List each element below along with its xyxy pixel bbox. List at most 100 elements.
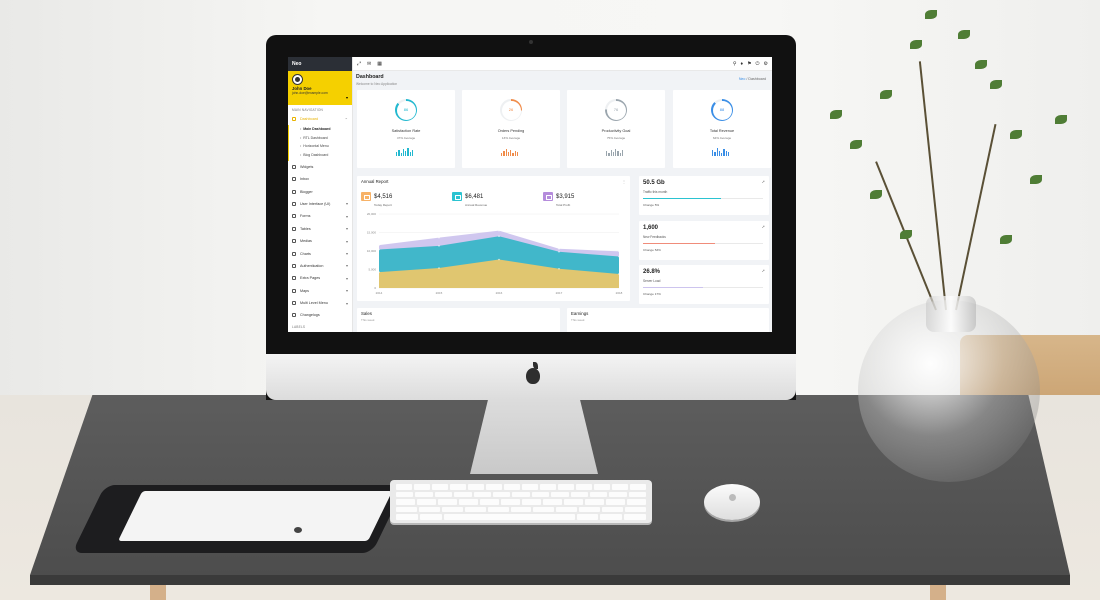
sidebar-subitem-rtl-dashboard[interactable]: RTL Dashboard: [288, 134, 352, 143]
chevron-down-icon[interactable]: ▾: [346, 95, 348, 100]
data-point: [618, 273, 620, 275]
inbox-icon: [292, 177, 296, 182]
stat-title: Total Revenue: [709, 129, 735, 133]
trend-icon[interactable]: ➚: [762, 268, 765, 273]
trend-icon[interactable]: ➚: [762, 224, 765, 229]
sidebar-item-tables[interactable]: Tables ▾: [288, 223, 352, 235]
sidebar-item-maps[interactable]: Maps ▾: [288, 284, 352, 296]
metric-card: 50.5 Gb ➚ Traffic this month Change 5%: [639, 176, 769, 215]
stat-card: 86 Satisfaction Rate 47% Average: [357, 90, 455, 168]
chevron-down-icon: ▾: [345, 201, 348, 207]
data-point: [558, 267, 560, 270]
data-point: [558, 247, 560, 250]
sidebar-item-label: Charts: [300, 251, 311, 256]
power-icon[interactable]: ⏻: [756, 61, 760, 67]
stat-card: 76 Productivity Goal 75% Average: [567, 90, 665, 168]
progress-bar: [643, 198, 763, 199]
avatar[interactable]: [292, 74, 303, 85]
sidebar-item-inbox[interactable]: Inbox: [288, 173, 352, 185]
annual-area-chart: 20,000 15,000 10,000 5,000 02014 2015 2016 2017…: [367, 212, 623, 295]
x-tick-label: 2014: [376, 291, 383, 295]
annual-report-card: Annual Report ⋮ $4,516 Today Report $6,4…: [357, 176, 630, 301]
chevron-down-icon: ▾: [345, 251, 348, 256]
card-subtitle: This week: [571, 318, 585, 322]
sidebar-subitem-horizontal-menu[interactable]: Horizontal Menu: [288, 142, 352, 152]
data-point: [498, 235, 500, 237]
sidebar-item-widgets[interactable]: Widgets: [288, 161, 352, 173]
breadcrumb-home-link[interactable]: Neo: [739, 77, 746, 81]
sidebar-item-user-interface[interactable]: User Interface (UI) ▾: [288, 198, 352, 210]
changelog-icon: [292, 313, 296, 318]
grid-icon[interactable]: ▦: [377, 61, 382, 67]
stat-title: Productivity Goal: [601, 129, 631, 133]
gear-icon[interactable]: ⚙: [764, 61, 768, 67]
sidebar-item-label: Blogger: [300, 189, 313, 194]
metric-label: Traffic this month: [643, 190, 668, 194]
data-point: [378, 244, 380, 246]
lock-icon: [292, 263, 296, 268]
progress-bar: [643, 287, 763, 288]
ring-value: 26: [508, 107, 514, 112]
earnings-card: Earnings This week: [567, 308, 769, 332]
metric-label: Server Load: [643, 279, 661, 283]
stat-title: Satisfaction Rate: [391, 129, 421, 133]
expand-icon[interactable]: ⤢: [357, 61, 361, 67]
chevron-down-icon: ▾: [345, 275, 348, 281]
mouse-logo-icon: [729, 494, 736, 501]
sidebar-item-label: User Interface (UI): [300, 201, 331, 206]
sidebar-item-blogger[interactable]: Blogger: [288, 185, 352, 197]
chart-icon: [292, 251, 296, 256]
sparkline: [606, 148, 624, 156]
desk-leg: [150, 585, 166, 600]
search-icon[interactable]: ⚲: [733, 61, 737, 67]
menu-icon: [292, 301, 296, 306]
brand-logo[interactable]: Neo: [288, 57, 352, 71]
sidebar-item-label: Inbox: [300, 177, 310, 182]
vase-neck: [926, 296, 976, 332]
sidebar-item-authentication[interactable]: Authentication ▾: [288, 260, 352, 272]
sidebar-item-extra-pages[interactable]: Extra Pages ▾: [288, 272, 352, 284]
chevron-down-icon: ▾: [345, 263, 348, 269]
sidebar-item-charts[interactable]: Charts ▾: [288, 247, 352, 259]
sidebar-subitem-main-dashboard[interactable]: Main Dashboard: [288, 125, 352, 135]
sidebar-item-medias[interactable]: Medias ▾: [288, 235, 352, 247]
progress-bar: [643, 242, 763, 244]
ui-icon: [292, 201, 296, 206]
sidebar-item-changelogs[interactable]: Changelogs: [288, 309, 352, 321]
data-point: [498, 229, 500, 232]
user-panel[interactable]: John Doe john-doe@example.com ▾: [288, 71, 352, 105]
data-point: [618, 250, 620, 253]
sidebar-item-dashboard[interactable]: Dashboard ⌃: [288, 113, 352, 125]
sidebar-subitem-blog-dashboard[interactable]: Blog Dashboard: [288, 151, 352, 161]
apple-logo-icon: [522, 362, 544, 386]
home-icon: [292, 117, 296, 122]
ring-value: 86: [403, 107, 409, 112]
sparkline: [501, 148, 519, 156]
sidebar-item-multi-level-menu[interactable]: Multi Level Menu ▾: [288, 297, 352, 309]
keyboard: [390, 480, 652, 523]
bell-icon[interactable]: ♦: [741, 61, 744, 67]
sidebar-item-label: Dashboard: [300, 117, 319, 122]
ring-value: 88: [719, 107, 725, 112]
sidebar-item-label: Changelogs: [300, 313, 320, 318]
metric-card: 1,600 ➚ New Feedbacks Change 53%: [639, 220, 769, 260]
page-title: Dashboard: [356, 74, 384, 80]
flag-icon[interactable]: ⚑: [747, 61, 751, 67]
data-point: [378, 271, 380, 273]
progress-ring: 88: [711, 99, 733, 121]
mail-icon[interactable]: ✉: [367, 61, 371, 67]
trend-icon[interactable]: ➚: [762, 179, 765, 184]
progress-ring: 76: [605, 99, 627, 121]
stat-average: 47% Average: [396, 136, 416, 140]
sidebar-item-label: Multi Level Menu: [300, 301, 328, 306]
media-icon: [292, 239, 296, 244]
breadcrumb-current: Dashboard: [748, 77, 766, 81]
card-title: Sales: [361, 311, 372, 316]
sidebar-item-label: Authentication: [300, 263, 324, 268]
table-icon: [292, 226, 296, 231]
data-point: [558, 250, 560, 253]
sidebar-item-forms[interactable]: Forms ▾: [288, 210, 352, 222]
sparkline: [712, 148, 730, 156]
nav-section-label: MAIN NAVIGATION: [292, 108, 324, 112]
y-tick-label: 0: [374, 286, 376, 290]
